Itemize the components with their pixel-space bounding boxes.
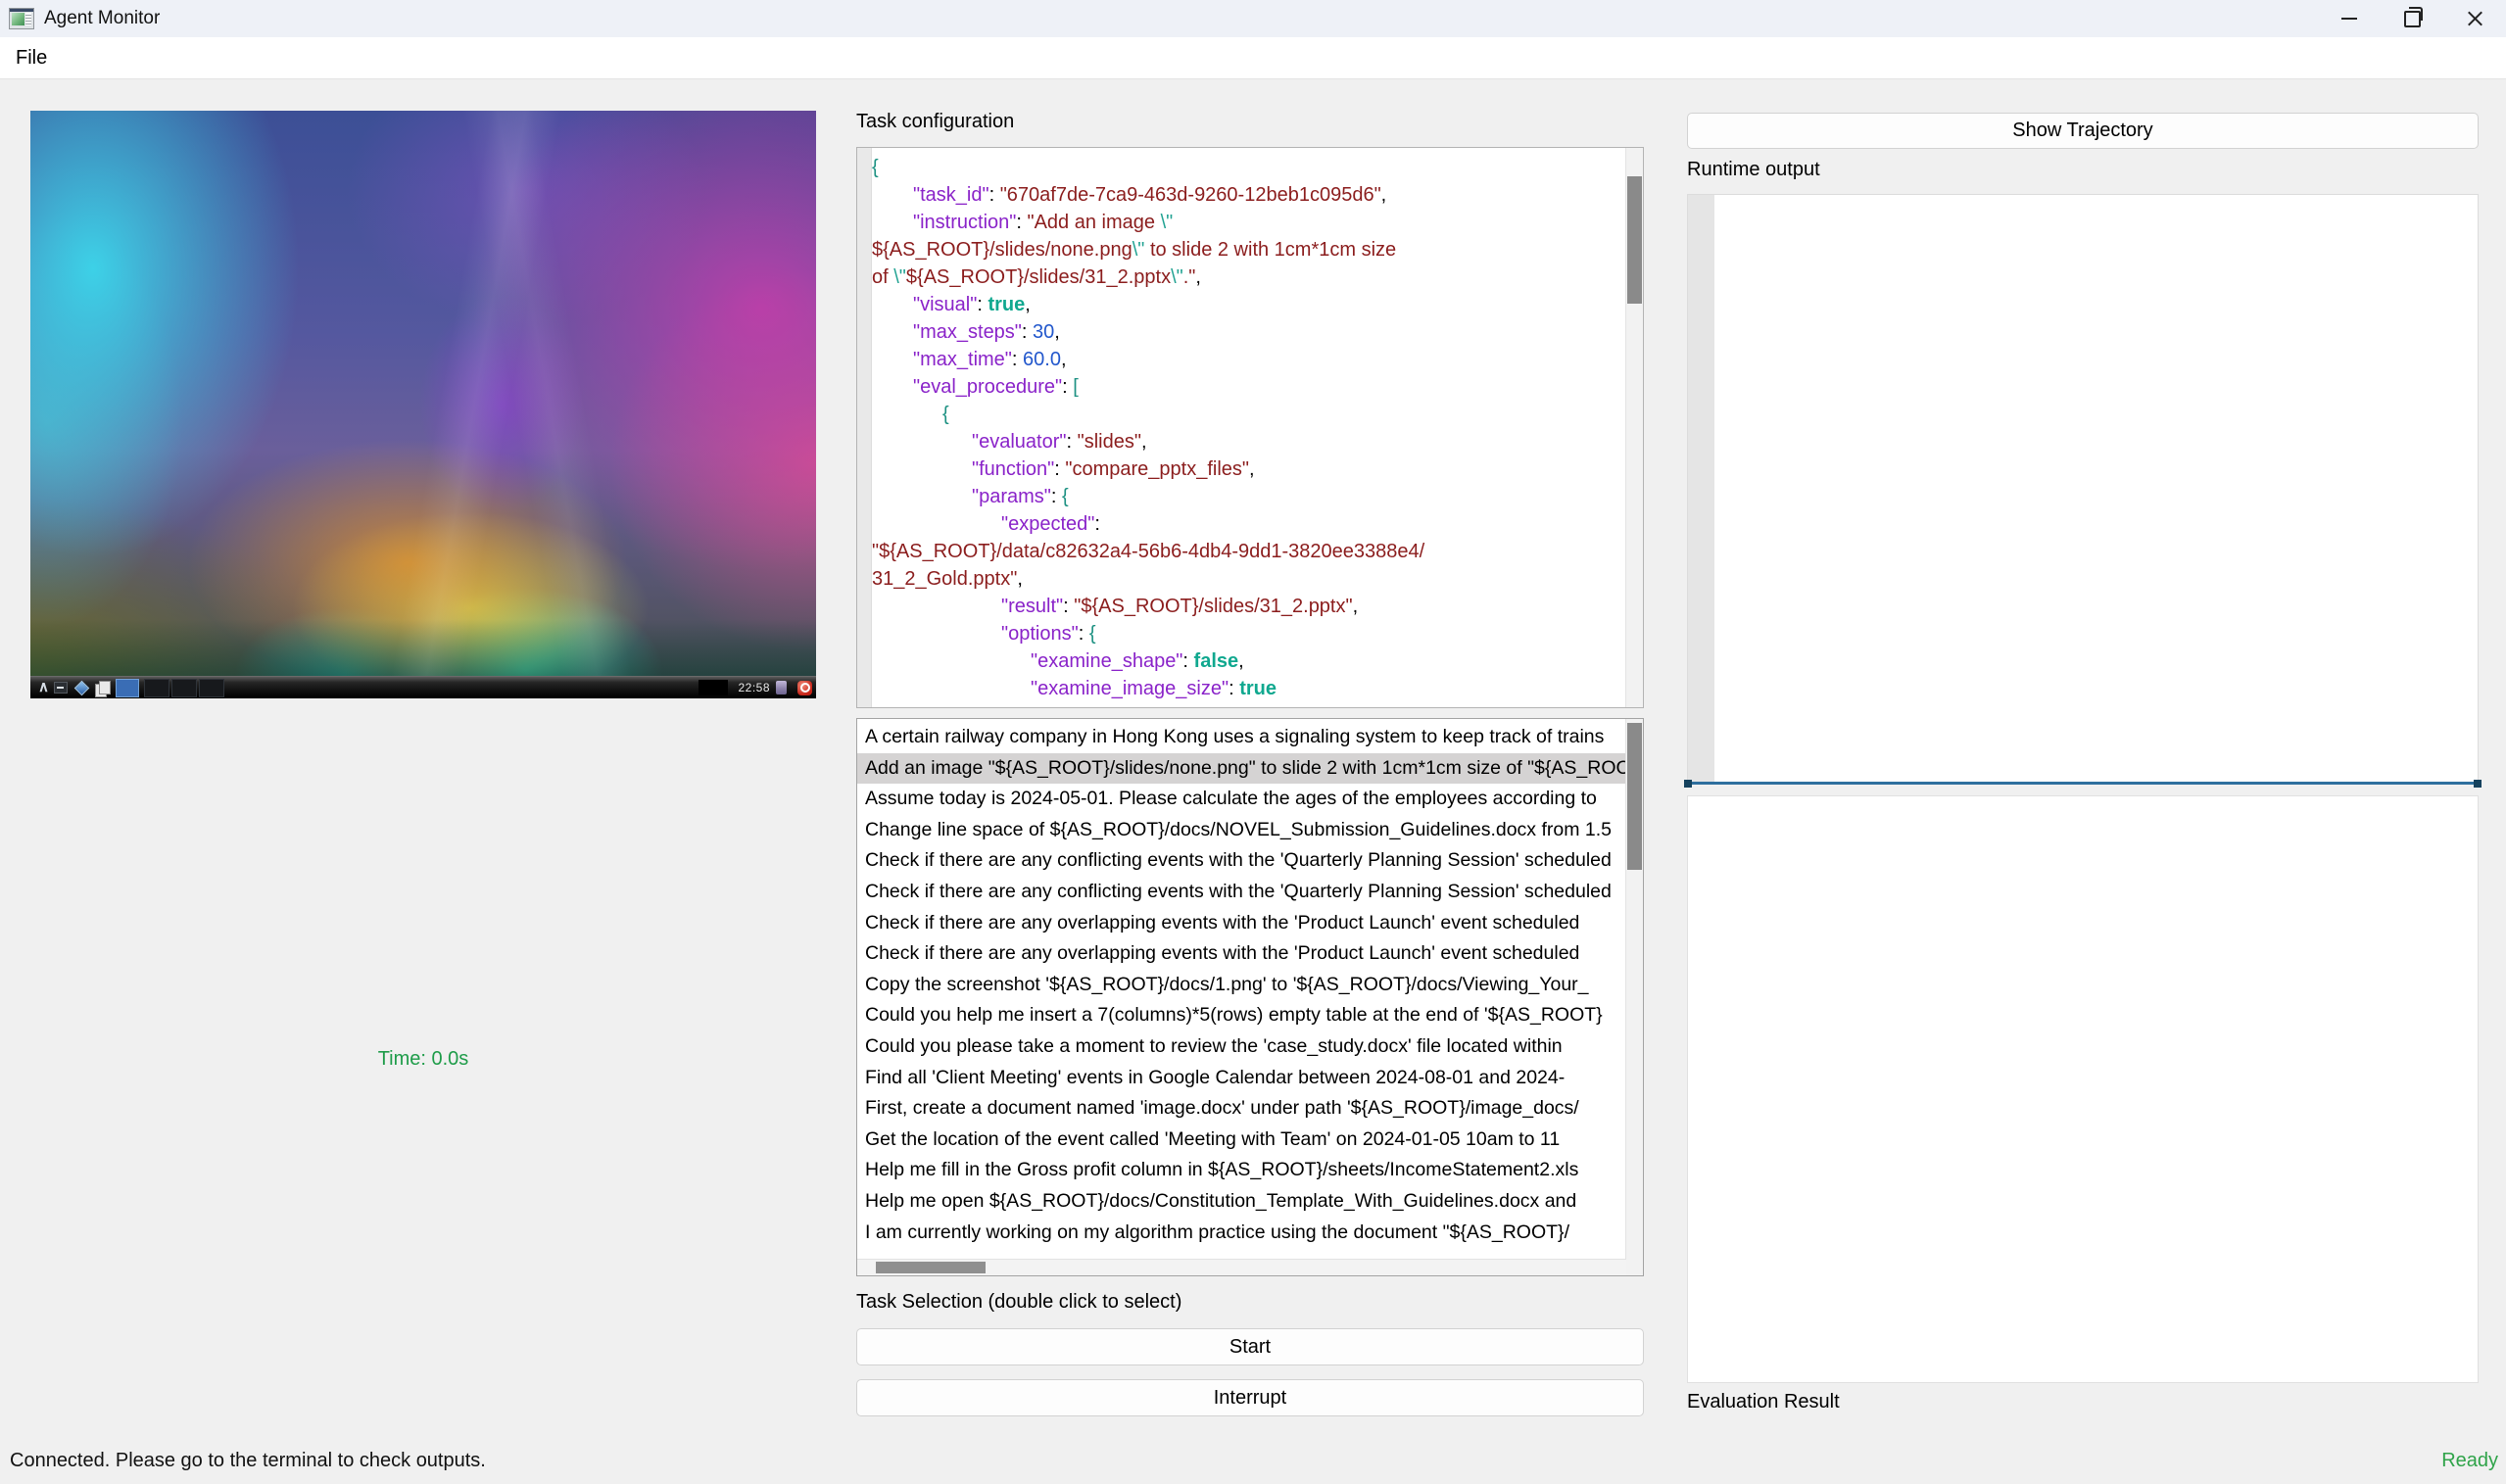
task-list: A certain railway company in Hong Kong u… [857,722,1626,1259]
agent-monitor-window: Agent Monitor File ∧ 22:58 Time: 0.0 [0,0,2506,1484]
vm-systray [699,680,728,695]
task-list-box[interactable]: A certain railway company in Hong Kong u… [856,718,1644,1276]
config-vertical-scrollbar[interactable] [1625,148,1643,707]
vm-app-icon-2 [74,680,90,695]
evaluation-result-label: Evaluation Result [1687,1391,1840,1413]
vm-screenshot: ∧ 22:58 [30,111,816,698]
status-message: Connected. Please go to the terminal to … [10,1450,486,1472]
config-scroll-thumb[interactable] [1627,176,1642,304]
task-list-item[interactable]: Change line space of ${AS_ROOT}/docs/NOV… [857,815,1626,846]
task-list-item[interactable]: Check if there are any overlapping event… [857,938,1626,970]
task-configuration-editor[interactable]: {"task_id": "670af7de-7ca9-463d-9260-12b… [856,147,1644,708]
evaluation-result-area[interactable] [1687,795,2479,1383]
start-button[interactable]: Start [856,1328,1644,1365]
vm-launcher-icon: ∧ [38,679,49,696]
task-list-vscroll-thumb[interactable] [1627,723,1642,870]
task-list-vertical-scrollbar[interactable] [1625,719,1643,1275]
focus-corner-left [1684,780,1692,788]
minimize-icon [2341,18,2357,20]
interrupt-button[interactable]: Interrupt [856,1379,1644,1416]
show-trajectory-button[interactable]: Show Trajectory [1687,113,2479,149]
vm-clock: 22:58 [738,681,770,694]
runtime-left-groove [1688,195,1714,782]
task-list-item[interactable]: Help me open ${AS_ROOT}/docs/Constitutio… [857,1186,1626,1218]
config-code: {"task_id": "670af7de-7ca9-463d-9260-12b… [872,154,1625,707]
task-list-item[interactable]: Could you please take a moment to review… [857,1031,1626,1063]
vm-taskbar: ∧ 22:58 [30,676,816,698]
vm-files-icon [95,681,111,695]
close-icon [2467,11,2483,27]
vm-shield-icon [797,681,812,695]
task-selection-label: Task Selection (double click to select) [856,1291,1181,1314]
task-list-item[interactable]: Check if there are any conflicting event… [857,877,1626,908]
window-title: Agent Monitor [44,8,160,29]
window-controls [2318,0,2506,37]
focus-corner-right [2474,780,2482,788]
task-list-item[interactable]: First, create a document named 'image.do… [857,1093,1626,1125]
app-icon [9,8,34,29]
task-list-item[interactable]: Could you help me insert a 7(columns)*5(… [857,1000,1626,1031]
runtime-output-area[interactable] [1687,194,2479,785]
task-list-horizontal-scrollbar[interactable] [857,1259,1626,1275]
task-list-hscroll-thumb[interactable] [876,1262,986,1273]
task-list-item[interactable]: Add an image "${AS_ROOT}/slides/none.png… [857,753,1626,785]
restore-icon [2404,11,2421,27]
vm-active-task [116,679,139,697]
elapsed-time-label: Time: 0.0s [30,1048,816,1071]
close-button[interactable] [2443,0,2506,37]
config-left-groove [857,148,872,707]
vm-task-slot [199,679,224,697]
task-list-item[interactable]: Help me fill in the Gross profit column … [857,1155,1626,1186]
task-list-item[interactable]: Copy the screenshot '${AS_ROOT}/docs/1.p… [857,970,1626,1001]
maximize-button[interactable] [2381,0,2443,37]
menu-item-file[interactable]: File [0,37,63,78]
task-configuration-label: Task configuration [856,111,1014,133]
task-list-item[interactable]: Get the location of the event called 'Me… [857,1125,1626,1156]
task-list-item[interactable]: Check if there are any conflicting event… [857,845,1626,877]
vm-desktop-wallpaper [30,111,816,676]
task-list-item[interactable]: Find all 'Client Meeting' events in Goog… [857,1063,1626,1094]
vm-task-slot [144,679,169,697]
vm-task-slot [171,679,197,697]
task-list-item[interactable]: Assume today is 2024-05-01. Please calcu… [857,784,1626,815]
task-list-item[interactable]: A certain railway company in Hong Kong u… [857,722,1626,753]
task-list-item[interactable]: I am currently working on my algorithm p… [857,1218,1626,1249]
minimize-button[interactable] [2318,0,2381,37]
vm-keyboard-icon [776,681,787,694]
task-list-item[interactable]: Check if there are any overlapping event… [857,908,1626,939]
runtime-output-label: Runtime output [1687,159,1820,181]
title-bar: Agent Monitor [0,0,2506,37]
vm-app-icon-1 [54,682,68,694]
status-ready-badge: Ready [2441,1450,2498,1472]
menu-bar: File [0,37,2506,79]
